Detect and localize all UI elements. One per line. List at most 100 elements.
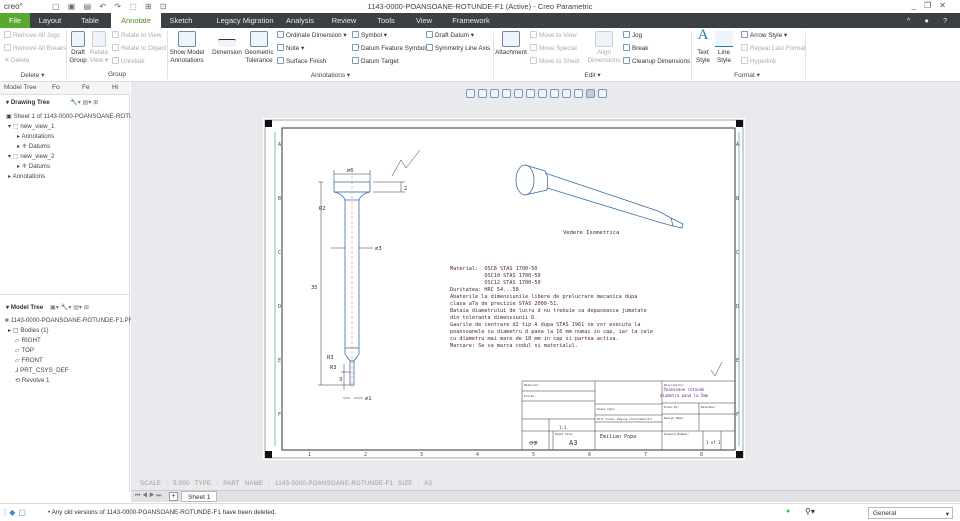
datum-display-icon[interactable]: [550, 88, 559, 98]
unrelate-button[interactable]: Unrelate: [112, 57, 145, 65]
repaint-icon[interactable]: [502, 88, 511, 98]
close-button[interactable]: ✕: [939, 1, 954, 10]
dimension-button[interactable]: Dimension: [211, 31, 243, 57]
tree-item-part[interactable]: ■ 1143-0000-POANSOANE-ROTUNDE-F1.PRT: [5, 317, 137, 324]
model-tree-icons[interactable]: ▣▾ 🔧▾ ▤▾ ⊞: [50, 303, 89, 311]
tab-favorites[interactable]: Fe: [82, 84, 90, 91]
edit-group-label[interactable]: Edit ▾: [494, 71, 691, 79]
restore-button[interactable]: ❐: [924, 1, 939, 10]
remove-all-breaks-button[interactable]: Remove All Breaks: [4, 44, 66, 52]
format-group-label[interactable]: Format ▾: [692, 71, 802, 79]
tree-item-csys[interactable]: ⅃ PRT_CSYS_DEF: [15, 367, 69, 374]
move-to-view-button[interactable]: Move to View: [530, 31, 577, 39]
tab-sketch[interactable]: Sketch: [165, 13, 197, 28]
draft-group-button[interactable]: Draft Group: [68, 31, 88, 65]
tree-item-front[interactable]: ▱ FRONT: [15, 357, 43, 364]
tab-review[interactable]: Review: [326, 13, 362, 28]
symmetry-line-axis-button[interactable]: Symmetry Line Axis: [426, 44, 490, 52]
move-special-button[interactable]: Move Special: [530, 44, 577, 52]
sheet-tab-1[interactable]: Sheet 1: [181, 491, 218, 502]
tab-annotate[interactable]: Annotate: [111, 13, 161, 28]
ordinate-dimension-button[interactable]: Ordinate Dimension ▾: [277, 31, 347, 39]
tab-layout[interactable]: Layout: [32, 13, 68, 28]
add-sheet-button[interactable]: +: [169, 492, 178, 501]
surface-finish-button[interactable]: Surface Finish: [277, 57, 326, 65]
zoom-in-icon[interactable]: [478, 88, 487, 98]
tab-analysis[interactable]: Analysis: [282, 13, 318, 28]
tree-item-annotations-2[interactable]: ▸ Annotations: [8, 173, 45, 180]
jog-button[interactable]: Jog: [623, 31, 642, 39]
repeat-last-format-button[interactable]: Repeat Last Format: [741, 44, 806, 52]
tree-item-revolve[interactable]: ⟲ Revolve 1: [15, 377, 49, 384]
cleanup-dimensions-button[interactable]: Cleanup Dimensions: [623, 57, 690, 65]
tree-item-new-view-1[interactable]: ▾ ⬚ new_view_1: [8, 123, 54, 130]
tab-file[interactable]: File: [0, 13, 30, 28]
datum-target-button[interactable]: Datum Target: [352, 57, 399, 65]
tab-folder-browser[interactable]: Fo: [52, 84, 60, 91]
hyperlink-button[interactable]: Hyperlink: [741, 57, 776, 65]
note-line: OSC12 STAS 1700-50: [450, 280, 541, 286]
model-tree-header[interactable]: ▾ Model Tree: [6, 304, 43, 311]
column-label: 6: [588, 452, 591, 458]
tree-item-bodies[interactable]: ▸ ▢ Bodies (1): [8, 327, 49, 334]
zoom-out-icon[interactable]: [490, 88, 499, 98]
saved-views-icon[interactable]: [526, 88, 535, 98]
tab-framework[interactable]: Framework: [446, 13, 496, 28]
tree-item-datums-2[interactable]: ▸ ⁜ Datums: [17, 163, 50, 170]
tree-settings-icons[interactable]: 🔧▾ ▤▾ ⊞: [70, 98, 98, 106]
regen-status-icon[interactable]: ●: [786, 508, 790, 515]
window-controls[interactable]: _❐✕: [912, 1, 954, 10]
tab-table[interactable]: Table: [72, 13, 108, 28]
delete-button[interactable]: ✕ Delete: [4, 57, 29, 64]
tab-legacy-migration[interactable]: Legacy Migration: [206, 13, 284, 28]
view-manager-icon[interactable]: [538, 88, 547, 98]
selection-filter-dropdown[interactable]: General ▾: [868, 507, 953, 519]
relate-view-button[interactable]: Relate View ▾: [89, 31, 109, 65]
axis-display-icon[interactable]: [598, 88, 607, 98]
tab-history[interactable]: Hi: [112, 84, 118, 91]
status-toggle-icons[interactable]: ⁞◆▢: [4, 508, 29, 517]
annotations-group-label[interactable]: Annotations ▾: [168, 71, 493, 79]
note-line: din toleranta dimensiunii D.: [450, 315, 537, 321]
geometric-tolerance-button[interactable]: Geometric Tolerance: [244, 31, 274, 65]
relate-to-object-button[interactable]: Relate to Object: [112, 44, 166, 52]
tree-item-annotations[interactable]: ▸ Annotations: [17, 133, 54, 140]
symbol-button[interactable]: Symbol ▾: [352, 31, 387, 39]
minimize-button[interactable]: _: [912, 1, 924, 10]
relate-to-view-button[interactable]: Relate to View: [112, 31, 162, 39]
tree-item-top[interactable]: ▱ TOP: [15, 347, 34, 354]
break-button[interactable]: Break: [623, 44, 648, 52]
refit-icon[interactable]: [466, 88, 475, 98]
group-delete-label[interactable]: Delete ▾: [0, 71, 65, 79]
point-display-icon[interactable]: [574, 88, 583, 98]
arrow-style-button[interactable]: Arrow Style ▾: [741, 31, 787, 39]
csys-display-icon[interactable]: [586, 88, 595, 98]
annotation-display-icon[interactable]: [562, 88, 571, 98]
tree-item-new-view-2[interactable]: ▾ ⬚ new_view_2: [8, 153, 54, 160]
drawing-sheet[interactable]: A A B B C C D D E E F F 1 2 3 4 5 6 7 8 ⌀6 2 R2 ⌀3 35 R3 R…: [263, 118, 745, 460]
sheet-nav-buttons[interactable]: ⏮ ◀ ▶ ⏭: [135, 493, 162, 500]
align-dimensions-button[interactable]: Align Dimensions: [585, 31, 623, 65]
note-button[interactable]: Note ▾: [277, 44, 304, 52]
tree-item-datums[interactable]: ▸ ⁜ Datums: [17, 143, 50, 150]
line-style-button[interactable]: Line Style: [713, 31, 735, 65]
move-to-sheet-button[interactable]: Move to Sheet: [530, 57, 580, 65]
column-label: 7: [644, 452, 647, 458]
text-style-button[interactable]: A Text Style: [692, 28, 714, 65]
draft-datum-button[interactable]: Draft Datum ▾: [426, 31, 474, 39]
tab-view[interactable]: View: [408, 13, 440, 28]
tab-tools[interactable]: Tools: [368, 13, 404, 28]
remove-all-jogs-button[interactable]: Remove All Jogs: [4, 31, 60, 39]
attachment-button[interactable]: Attachment: [495, 31, 527, 57]
tab-model-tree[interactable]: Model Tree: [4, 84, 37, 91]
drawing-tree-header[interactable]: ▾ Drawing Tree: [6, 99, 50, 106]
show-model-annotations-button[interactable]: Show Model Annotations: [169, 31, 205, 65]
find-icon[interactable]: ⚲▾: [805, 507, 815, 516]
dim-tip-diameter: ⌀1: [365, 396, 372, 402]
tree-item-right[interactable]: ▱ RIGHT: [15, 337, 41, 344]
help-icons[interactable]: ^ ● ?: [900, 13, 960, 28]
navigator-panel: Model Tree Fo Fe Hi ▾ Drawing Tree 🔧▾ ▤▾…: [0, 82, 156, 492]
panel-divider[interactable]: [0, 294, 130, 295]
datum-feature-symbol-button[interactable]: Datum Feature Symbol: [352, 44, 426, 52]
display-style-icon[interactable]: [514, 88, 523, 98]
